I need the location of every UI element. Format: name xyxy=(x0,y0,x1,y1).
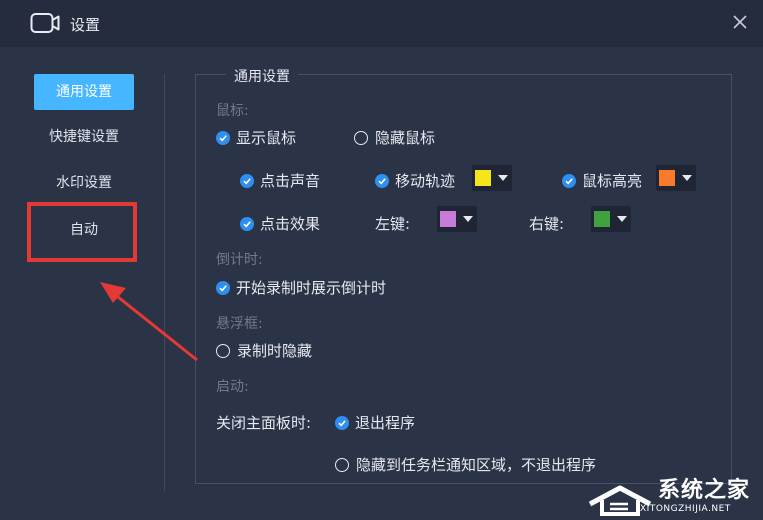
annotation-arrow-icon xyxy=(100,282,198,362)
watermark-url: XITONGZHIJIA.NET xyxy=(640,504,731,514)
watermark-text: 系统之家 xyxy=(658,478,751,503)
